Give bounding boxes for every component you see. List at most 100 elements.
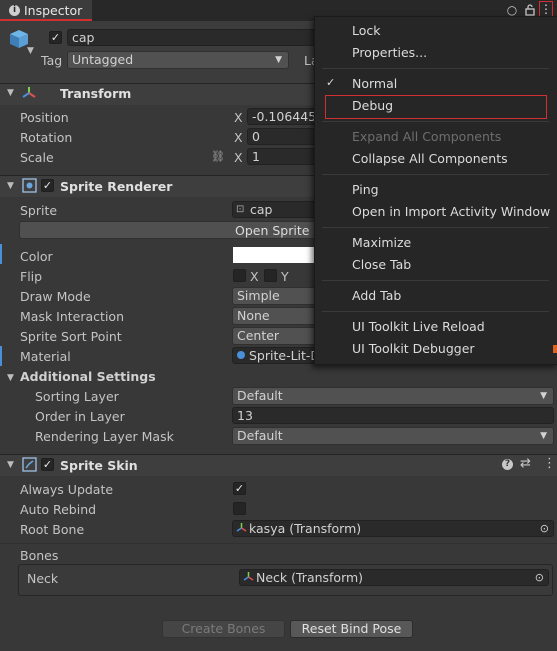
- menu-separator: [322, 174, 549, 175]
- flip-x-label: X: [250, 269, 259, 284]
- sprite-skin-icon: [22, 457, 37, 475]
- neck-value: Neck (Transform): [256, 570, 364, 585]
- menu-separator: [322, 227, 549, 228]
- chevron-down-icon: ▼: [275, 55, 282, 65]
- chevron-down-icon: ▼: [540, 431, 547, 441]
- foldout-arrow-icon[interactable]: ▼: [7, 460, 14, 470]
- material-label: Material: [20, 349, 71, 364]
- order-in-layer-field[interactable]: 13: [232, 407, 554, 424]
- icon-dropdown-arrow[interactable]: ▼: [27, 46, 34, 56]
- sprite-renderer-title: Sprite Renderer: [60, 179, 173, 194]
- sprite-renderer-enabled[interactable]: ✓: [41, 179, 54, 192]
- position-x-label: X: [234, 110, 243, 125]
- sprite-asset-icon: ⊡: [236, 204, 245, 215]
- menu-item-normal[interactable]: Normal: [352, 76, 397, 91]
- sprite-value: cap: [250, 202, 273, 217]
- flip-x-checkbox[interactable]: [233, 269, 246, 282]
- sorting-layer-dropdown[interactable]: Default ▼: [232, 387, 554, 405]
- rotation-x-label: X: [234, 130, 243, 145]
- divider: [0, 543, 557, 544]
- transform-title: Transform: [60, 86, 132, 101]
- tag-value: Untagged: [72, 52, 134, 67]
- sprite-skin-enabled[interactable]: ✓: [41, 458, 54, 471]
- sprite-sort-point-dropdown[interactable]: Center: [232, 327, 327, 345]
- rotation-label: Rotation: [20, 130, 73, 145]
- help-icon[interactable]: ?: [502, 459, 513, 470]
- flip-y-checkbox[interactable]: [264, 269, 277, 282]
- sprite-field[interactable]: ⊡ cap: [232, 201, 327, 218]
- foldout-arrow-icon[interactable]: ▼: [7, 181, 14, 191]
- rendering-layer-mask-value: Default: [237, 428, 283, 443]
- component-menu-icon[interactable]: ⋮: [543, 456, 556, 471]
- menu-item-add-tab[interactable]: Add Tab: [352, 288, 401, 303]
- tab-inspector-label: Inspector: [24, 3, 83, 18]
- transform-icon: [236, 521, 247, 537]
- material-icon: [237, 351, 245, 359]
- active-checkbox[interactable]: ✓: [49, 31, 62, 44]
- tag-dropdown[interactable]: Untagged ▼: [67, 51, 289, 69]
- color-swatch[interactable]: [233, 247, 327, 263]
- neck-label: Neck: [27, 571, 59, 586]
- menu-item-expand-all: Expand All Components: [352, 129, 502, 144]
- menu-item-debug[interactable]: Debug: [352, 98, 393, 113]
- menu-separator: [322, 121, 549, 122]
- menu-item-lock[interactable]: Lock: [352, 23, 381, 38]
- object-picker-icon[interactable]: ⊙: [535, 570, 544, 585]
- info-icon: i: [9, 5, 20, 16]
- sprite-skin-title: Sprite Skin: [60, 458, 138, 473]
- modified-indicator: [0, 346, 2, 366]
- menu-item-ping[interactable]: Ping: [352, 182, 379, 197]
- flip-label: Flip: [20, 269, 43, 284]
- lock-icon[interactable]: [523, 3, 537, 17]
- additional-settings-label[interactable]: Additional Settings: [20, 369, 156, 384]
- menu-item-properties[interactable]: Properties...: [352, 45, 427, 60]
- draw-mode-label: Draw Mode: [20, 289, 91, 304]
- menu-separator: [322, 311, 549, 312]
- foldout-arrow-icon[interactable]: ▼: [7, 373, 14, 383]
- tag-label: Tag: [41, 53, 63, 68]
- material-field[interactable]: Sprite-Lit-Default: [232, 347, 327, 364]
- menu-item-open-import[interactable]: Open in Import Activity Window: [352, 204, 550, 219]
- sorting-layer-label: Sorting Layer: [35, 389, 119, 404]
- order-in-layer-label: Order in Layer: [35, 409, 125, 424]
- circle-icon[interactable]: ○: [505, 3, 519, 17]
- transform-icon: [21, 85, 37, 104]
- root-bone-label: Root Bone: [20, 522, 85, 537]
- auto-rebind-label: Auto Rebind: [20, 502, 97, 517]
- menu-separator: [322, 280, 549, 281]
- scale-x-label: X: [234, 150, 243, 165]
- reset-bind-pose-button[interactable]: Reset Bind Pose: [290, 620, 413, 638]
- scale-label: Scale: [20, 150, 54, 165]
- menu-item-ui-reload[interactable]: UI Toolkit Live Reload: [352, 319, 485, 334]
- foldout-arrow-icon[interactable]: ▼: [7, 88, 14, 98]
- object-picker-icon[interactable]: ⊙: [540, 521, 549, 536]
- mask-interaction-dropdown[interactable]: None: [232, 307, 327, 325]
- mask-interaction-label: Mask Interaction: [20, 309, 124, 324]
- root-bone-field[interactable]: kasya (Transform) ⊙: [232, 520, 554, 537]
- draw-mode-dropdown[interactable]: Simple: [232, 287, 327, 305]
- menu-item-ui-debugger[interactable]: UI Toolkit Debugger: [352, 341, 475, 356]
- auto-rebind-checkbox[interactable]: [233, 502, 246, 515]
- position-label: Position: [20, 110, 69, 125]
- sorting-layer-value: Default: [237, 388, 283, 403]
- menu-item-collapse-all[interactable]: Collapse All Components: [352, 151, 508, 166]
- neck-bone-field[interactable]: Neck (Transform) ⊙: [239, 569, 549, 586]
- constrain-proportions-icon[interactable]: ⛓: [211, 150, 225, 163]
- color-label: Color: [20, 249, 53, 264]
- sprite-renderer-icon: [22, 178, 37, 196]
- root-bone-value: kasya (Transform): [249, 521, 362, 536]
- object-name-field[interactable]: cap: [67, 29, 317, 46]
- always-update-label: Always Update: [20, 482, 114, 497]
- bones-label: Bones: [20, 548, 59, 563]
- modified-indicator: [0, 244, 2, 264]
- create-bones-button[interactable]: Create Bones: [162, 620, 285, 638]
- transform-icon: [243, 570, 254, 586]
- menu-item-maximize[interactable]: Maximize: [352, 235, 411, 250]
- edge-marker: [553, 345, 557, 353]
- always-update-checkbox[interactable]: ✓: [233, 482, 246, 495]
- flip-y-label: Y: [281, 269, 289, 284]
- preset-icon[interactable]: ⇄: [520, 456, 531, 471]
- menu-item-close-tab[interactable]: Close Tab: [352, 257, 411, 272]
- check-icon: ✓: [326, 76, 336, 89]
- rendering-layer-mask-dropdown[interactable]: Default ▼: [232, 427, 554, 445]
